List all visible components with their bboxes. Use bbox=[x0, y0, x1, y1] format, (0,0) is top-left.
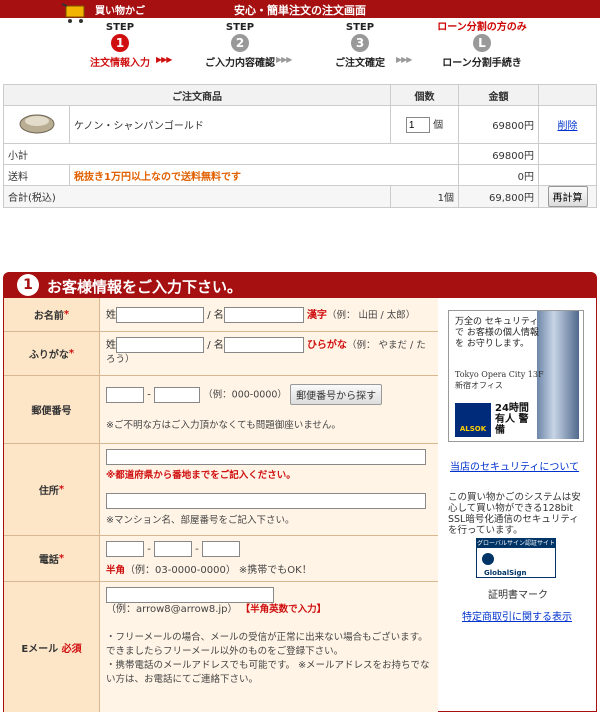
zip-row: 郵便番号 - （例：000-0000） 郵便番号から探す ※ご不明な方はご入力頂… bbox=[4, 376, 438, 444]
tel-third-input[interactable] bbox=[201, 541, 240, 557]
step-arrow-icon: ▶▶▶ bbox=[276, 55, 293, 64]
section-title: お客様情報をご入力下さい。 bbox=[47, 278, 243, 296]
legal-notice-link[interactable]: 特定商取引に関する表示 bbox=[462, 608, 572, 623]
last-name-kana-input[interactable] bbox=[116, 337, 204, 353]
total-qty: 1個 bbox=[390, 185, 459, 208]
item-price: 69800円 bbox=[458, 105, 539, 144]
alsok-logo: ALSOK bbox=[455, 403, 491, 437]
step-indicator: STEP 1 注文情報入力 ▶▶▶ STEP 2 ご入力内容確認 ▶▶▶ STE… bbox=[0, 18, 600, 78]
column-header: ご注文商品 bbox=[3, 84, 391, 106]
tel-first-input[interactable] bbox=[106, 541, 144, 557]
column-header: 個数 bbox=[390, 84, 459, 106]
address-input-2[interactable] bbox=[106, 493, 426, 509]
subtotal-value: 69800円 bbox=[458, 143, 539, 165]
zip-search-button[interactable]: 郵便番号から探す bbox=[290, 384, 383, 405]
delete-link[interactable]: 削除 bbox=[558, 121, 578, 132]
product-name: ケノン・シャンパンゴールド bbox=[69, 105, 391, 144]
security-sidebar: 万全の セキュリティで お客様の個人情報を お守りします。 Tokyo Oper… bbox=[440, 298, 596, 712]
table-row: 送料 税抜き1万円以上なので送料無料です 0円 bbox=[3, 164, 597, 186]
product-image bbox=[19, 114, 54, 134]
section-number: 1 bbox=[17, 274, 39, 296]
top-bar: 買い物かご 安心・簡単注文の注文画面 bbox=[0, 0, 600, 23]
step-number: 1 bbox=[111, 34, 129, 52]
page-title: 安心・簡単注文の注文画面 bbox=[234, 4, 366, 17]
zip-second-input[interactable] bbox=[153, 386, 200, 403]
column-header: 金額 bbox=[458, 84, 539, 106]
certificate-label: 証明書マーク bbox=[488, 590, 548, 601]
address-input-1[interactable] bbox=[106, 449, 426, 465]
step-number: 3 bbox=[351, 34, 369, 52]
table-row: 小計 69800円 bbox=[3, 143, 597, 165]
kana-row: ふりがな * 姓 / 名 ひらがな（例： やまだ / たろう） bbox=[4, 332, 438, 376]
address-row: 住所 * ※都道府県から番地までをご記入ください。 ※マンション名、部屋番号をご記… bbox=[4, 444, 438, 536]
name-row: お名前 * 姓 / 名 漢字（例： 山田 / 太郎） bbox=[4, 298, 438, 332]
lock-icon bbox=[482, 553, 494, 565]
step-3: STEP 3 ご注文確定 bbox=[335, 22, 385, 69]
tel-second-input[interactable] bbox=[153, 541, 192, 557]
email-input[interactable] bbox=[106, 587, 274, 603]
zip-first-input[interactable] bbox=[106, 386, 144, 403]
shipping-value: 0円 bbox=[458, 164, 539, 186]
shipping-note: 税抜き1万円以上なので送料無料です bbox=[69, 164, 459, 186]
ssl-description: この買い物かごのシステムは安心して買い物ができる128bit SSL暗号化通信の… bbox=[448, 492, 581, 536]
step-1: STEP 1 注文情報入力 bbox=[90, 22, 150, 69]
step-number: 2 bbox=[231, 34, 249, 52]
first-name-input[interactable] bbox=[223, 307, 304, 323]
table-row: 合計(税込) 1個 69,800円 再計算 bbox=[3, 185, 597, 208]
recalculate-button[interactable]: 再計算 bbox=[547, 186, 588, 207]
quantity-input[interactable] bbox=[405, 117, 430, 134]
section-header: 1 お客様情報をご入力下さい。 bbox=[3, 272, 597, 298]
step-number: L bbox=[473, 34, 491, 52]
customer-form: お名前 * 姓 / 名 漢字（例： 山田 / 太郎） ふりがな * 姓 / 名 ひら… bbox=[3, 298, 597, 712]
step-2: STEP 2 ご入力内容確認 bbox=[205, 22, 275, 69]
step-arrow-icon: ▶▶▶ bbox=[156, 55, 173, 64]
total-value: 69,800円 bbox=[458, 185, 539, 208]
last-name-input[interactable] bbox=[116, 307, 204, 323]
step-arrow-icon: ▶▶▶ bbox=[396, 55, 413, 64]
tel-row: 電話 * - - 半角（例：03-0000-0000） ※携帯でもOK！ bbox=[4, 536, 438, 582]
email-row: Eメール 必須 （例：arrow8@arrow8.jp） 【半角英数で入力】 ・… bbox=[4, 582, 438, 712]
globalsign-seal[interactable]: グローバルサイン認証サイト GlobalSign bbox=[476, 538, 556, 578]
security-banner: 万全の セキュリティで お客様の個人情報を お守りします。 Tokyo Oper… bbox=[448, 310, 584, 442]
table-row: ケノン・シャンパンゴールド 個 69800円 削除 bbox=[3, 105, 597, 144]
security-link[interactable]: 当店のセキュリティについて bbox=[450, 458, 579, 473]
cart-table: ご注文商品 個数 金額 ケノン・シャンパンゴールド 個 69800円 削除 小計… bbox=[3, 84, 597, 208]
first-name-kana-input[interactable] bbox=[223, 337, 304, 353]
step-loan: ローン分割の方のみ L ローン分割手続き bbox=[437, 22, 527, 69]
